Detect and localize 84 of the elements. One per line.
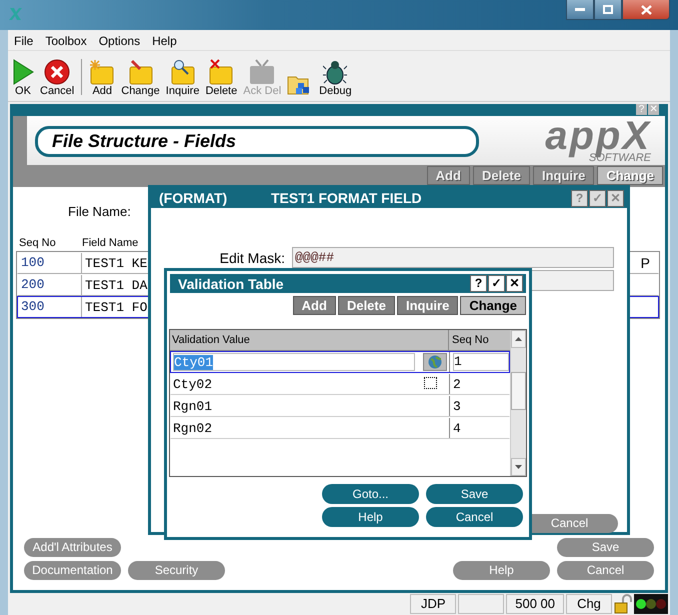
scroll-up-button[interactable]: [511, 330, 526, 348]
up-arrow-icon: [515, 337, 522, 341]
toolbar-button[interactable]: Cancel: [38, 55, 76, 97]
dialog-button[interactable]: Save: [426, 484, 523, 504]
maximize-icon: [603, 5, 613, 14]
table-row[interactable]: Cty01 1: [170, 351, 510, 373]
note-icon: [128, 59, 154, 85]
table-row[interactable]: Rgn01 3: [170, 395, 510, 417]
status-cell: JDP: [410, 594, 456, 614]
table-cell: Rgn02: [173, 420, 212, 436]
table-row[interactable]: Cty02 2: [170, 373, 510, 395]
dialog-button[interactable]: Help: [322, 507, 419, 527]
table-cell-text: TEST1 FO: [84, 300, 148, 314]
scroll-down-button[interactable]: [511, 458, 526, 476]
signal-lights-icon: [634, 594, 668, 614]
action-button[interactable]: Change: [460, 296, 526, 315]
toolbar-button[interactable]: Debug: [317, 55, 354, 97]
form-button[interactable]: Documentation: [24, 561, 121, 580]
toolbar-button[interactable]: Delete: [203, 55, 240, 97]
action-button[interactable]: Add: [292, 296, 336, 315]
screen-title: File Structure - Fields: [52, 131, 236, 151]
dialog-control[interactable]: ?: [470, 275, 487, 292]
toolbar-button[interactable]: Inquire: [164, 55, 202, 97]
action-button[interactable]: Inquire: [396, 296, 458, 315]
minimize-button[interactable]: [566, 0, 594, 20]
field-label: File Name:: [68, 204, 131, 219]
cancel-icon: [44, 59, 70, 85]
note-icon: [89, 59, 116, 85]
tv-icon: [248, 59, 276, 85]
globe-icon: [428, 355, 442, 369]
form-button[interactable]: Cancel: [557, 561, 654, 580]
menu-item[interactable]: File: [8, 32, 40, 50]
table-cell: 200: [18, 275, 82, 295]
minimize-icon: [575, 8, 585, 12]
toolbar-button[interactable]: Change: [119, 55, 162, 97]
play-icon: [12, 59, 34, 85]
table-row[interactable]: Rgn02 4: [170, 417, 510, 439]
table-cell: 300: [18, 297, 82, 317]
down-arrow-icon: [515, 465, 522, 469]
table-cell: Rgn01: [173, 398, 212, 414]
input-field[interactable]: 1: [453, 353, 509, 371]
action-button[interactable]: Delete: [338, 296, 395, 315]
bug-icon: [323, 59, 348, 85]
column-header: Field Name: [81, 237, 140, 249]
dialog-code: (FORMAT): [159, 190, 228, 206]
table-cell: P: [640, 255, 650, 271]
close-button[interactable]: [622, 0, 670, 20]
note-icon: [208, 59, 234, 85]
dialog-control[interactable]: ✓: [488, 275, 505, 292]
maximize-button[interactable]: [594, 0, 622, 20]
form-button[interactable]: Save: [557, 538, 654, 557]
input-field[interactable]: @@@##: [292, 247, 614, 268]
input-field[interactable]: Cty01: [173, 353, 415, 371]
toolbar-button[interactable]: OK: [10, 55, 36, 97]
table-cell: Cty02: [173, 376, 212, 392]
status-cell: [458, 594, 504, 614]
form-button[interactable]: Add'l Attributes: [24, 538, 121, 557]
scroll-thumb[interactable]: [511, 372, 526, 410]
padlock-icon: [614, 594, 632, 614]
table-cell: 4: [453, 420, 461, 436]
form-button[interactable]: Help: [453, 561, 550, 580]
note-icon: [170, 59, 196, 85]
column-header: Seq No: [18, 237, 57, 249]
toolbar-button[interactable]: Add: [87, 55, 118, 97]
app-x-icon: [8, 6, 24, 22]
status-cell: Chg: [566, 594, 612, 614]
menu-item[interactable]: Options: [92, 32, 146, 50]
close-icon: [640, 4, 652, 14]
table-cell: 100: [18, 253, 82, 273]
field-label: Edit Mask:: [218, 250, 286, 266]
table-cell: 3: [453, 398, 461, 414]
dialog-title: Validation Table: [178, 276, 284, 292]
status-cell: 500 00: [506, 594, 564, 614]
dialog-control[interactable]: ✕: [506, 275, 523, 292]
menu-item[interactable]: Toolbox: [39, 32, 93, 50]
menu-item[interactable]: Help: [146, 32, 183, 50]
table-cell: 2: [453, 376, 461, 392]
form-button[interactable]: Security: [128, 561, 225, 580]
dialog-button[interactable]: Cancel: [426, 507, 523, 527]
column-header: Validation Value: [171, 333, 251, 348]
dialog-button[interactable]: Goto...: [322, 484, 419, 504]
scrollbar[interactable]: [510, 330, 526, 476]
dialog-title: TEST1 FORMAT FIELD: [271, 190, 422, 206]
table-cell-text: TEST1 KE: [84, 256, 148, 270]
